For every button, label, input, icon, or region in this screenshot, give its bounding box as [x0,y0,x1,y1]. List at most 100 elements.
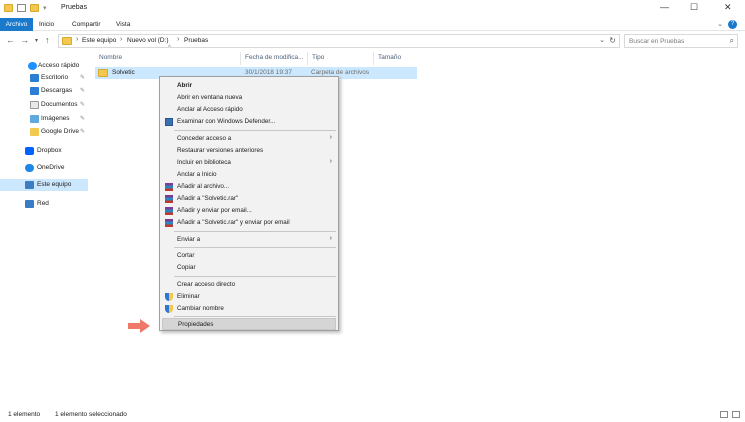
window-title: Pruebas [61,4,88,11]
up-button[interactable]: ↑ [45,35,50,45]
breadcrumb-pruebas[interactable]: Pruebas [184,37,208,44]
back-button[interactable]: ← [6,35,15,45]
menu-separator [174,247,336,248]
search-input[interactable]: Buscar en Pruebas ⌕ [624,34,738,48]
menu-item-copiar[interactable]: Copiar [162,262,336,274]
menu-item-enviar-a[interactable]: Enviar a › [162,234,336,246]
menu-item-incluir-biblioteca[interactable]: Incluir en biblioteca › [162,157,336,169]
quick-access-toolbar: ▾ [4,4,47,12]
menu-separator [174,276,336,277]
nav-item-documentos[interactable]: Documentos ✎ [0,99,88,111]
tab-inicio[interactable]: Inicio [39,18,54,31]
dropbox-icon [25,147,34,155]
pin-icon[interactable]: ✎ [80,87,85,94]
pointer-arrow-icon [128,319,150,333]
folder-icon [30,128,39,136]
details-view-icon[interactable] [720,411,728,418]
winrar-icon [165,219,173,227]
defender-icon [165,118,173,126]
onedrive-icon [25,164,34,172]
close-button[interactable]: ✕ [724,2,732,13]
nav-item-este-equipo[interactable]: Este equipo [0,179,88,191]
tab-compartir[interactable]: Compartir [72,18,101,31]
nav-item-red[interactable]: Red [0,198,88,210]
menu-separator [174,130,336,131]
folder-icon [4,4,13,12]
nav-item-dropbox[interactable]: Dropbox [0,145,88,157]
pin-icon[interactable]: ✎ [80,128,85,135]
chevron-right-icon: › [329,235,332,242]
winrar-icon [165,183,173,191]
nav-item-onedrive[interactable]: OneDrive [0,162,88,174]
breadcrumb-este-equipo[interactable]: Este equipo [82,37,116,44]
chevron-right-icon: › [329,158,332,165]
menu-item-anadir-solvetic-email[interactable]: Añadir a "Solvetic.rar" y enviar por ema… [162,217,336,229]
forward-button[interactable]: → [20,35,29,45]
pin-icon[interactable]: ✎ [80,101,85,108]
chevron-right-icon: › [329,134,332,141]
address-bar[interactable]: › Este equipo › Nuevo vol (D:) › Pruebas… [58,34,620,48]
pictures-icon [30,115,39,123]
nav-item-descargas[interactable]: Descargas ✎ [0,85,88,97]
status-selected-count: 1 elemento seleccionado [55,411,127,418]
menu-item-anclar-acceso-rapido[interactable]: Anclar al Acceso rápido [162,104,336,116]
menu-item-cortar[interactable]: Cortar [162,250,336,262]
menu-item-examinar-defender[interactable]: Examinar con Windows Defender... [162,116,336,128]
pin-icon[interactable]: ✎ [80,74,85,81]
column-header-nombre[interactable]: Nombre [99,54,122,66]
menu-item-restaurar-versiones[interactable]: Restaurar versiones anteriores [162,145,336,157]
network-icon [25,200,34,208]
file-name: Solvetic [112,69,135,76]
nav-item-acceso-rapido[interactable]: Acceso rápido [0,60,88,72]
status-bar: 1 elemento 1 elemento seleccionado [0,408,745,422]
file-date: 30/1/2018 19:37 [245,69,292,76]
winrar-icon [165,195,173,203]
navigation-pane: Acceso rápido Escritorio ✎ Descargas ✎ D… [0,52,88,402]
refresh-icon[interactable]: ↻ [609,36,616,45]
pin-icon[interactable]: ✎ [80,115,85,122]
address-dropdown-icon[interactable]: ⌄ [599,36,605,44]
menu-separator [174,231,336,232]
nav-item-google-drive[interactable]: Google Drive ✎ [0,126,88,138]
download-icon [30,87,39,95]
column-header-fecha[interactable]: Fecha de modifica... [245,54,304,66]
winrar-icon [165,207,173,215]
nav-item-imagenes[interactable]: Imágenes ✎ [0,113,88,125]
large-icons-view-icon[interactable] [732,411,740,418]
nav-item-escritorio[interactable]: Escritorio ✎ [0,72,88,84]
recent-dropdown-icon[interactable]: ▾ [35,37,38,44]
menu-item-eliminar[interactable]: Eliminar [162,291,336,303]
menu-item-anadir-archivo[interactable]: Añadir al archivo... [162,181,336,193]
maximize-button[interactable]: ☐ [690,2,698,13]
properties-icon[interactable] [17,4,26,12]
folder-icon [98,69,108,77]
desktop-icon [30,74,39,82]
menu-item-anadir-enviar-email[interactable]: Añadir y enviar por email... [162,205,336,217]
menu-item-cambiar-nombre[interactable]: Cambiar nombre [162,303,336,315]
shield-icon [165,293,173,301]
customize-dropdown-icon[interactable]: ▾ [43,4,47,12]
file-type: Carpeta de archivos [311,69,370,76]
menu-item-propiedades[interactable]: Propiedades [162,318,336,330]
breadcrumb-nuevo-vol[interactable]: Nuevo vol (D:) [127,37,169,44]
help-icon[interactable]: ? [728,20,737,29]
menu-separator [174,316,336,317]
search-placeholder: Buscar en Pruebas [629,38,685,45]
status-item-count: 1 elemento [8,411,41,418]
menu-item-conceder-acceso[interactable]: Conceder acceso a › [162,133,336,145]
tab-vista[interactable]: Vista [116,18,130,31]
new-folder-icon[interactable] [30,4,39,12]
menu-item-anadir-solvetic-rar[interactable]: Añadir a "Solvetic.rar" [162,193,336,205]
sort-ascending-icon: ^ [168,45,171,51]
address-row: ← → ▾ ↑ › Este equipo › Nuevo vol (D:) ›… [0,32,745,50]
minimize-button[interactable]: — [660,2,669,12]
column-header-tamano[interactable]: Tamaño [378,54,401,66]
column-header-tipo[interactable]: Tipo [312,54,324,66]
chevron-down-icon[interactable]: ⌄ [717,20,723,28]
menu-item-abrir-ventana-nueva[interactable]: Abrir en ventana nueva [162,92,336,104]
menu-item-anclar-inicio[interactable]: Anclar a Inicio [162,169,336,181]
menu-item-abrir[interactable]: Abrir [162,80,336,92]
tab-archivo[interactable]: Archivo [0,18,33,31]
shield-icon [165,305,173,313]
menu-item-crear-acceso-directo[interactable]: Crear acceso directo [162,279,336,291]
